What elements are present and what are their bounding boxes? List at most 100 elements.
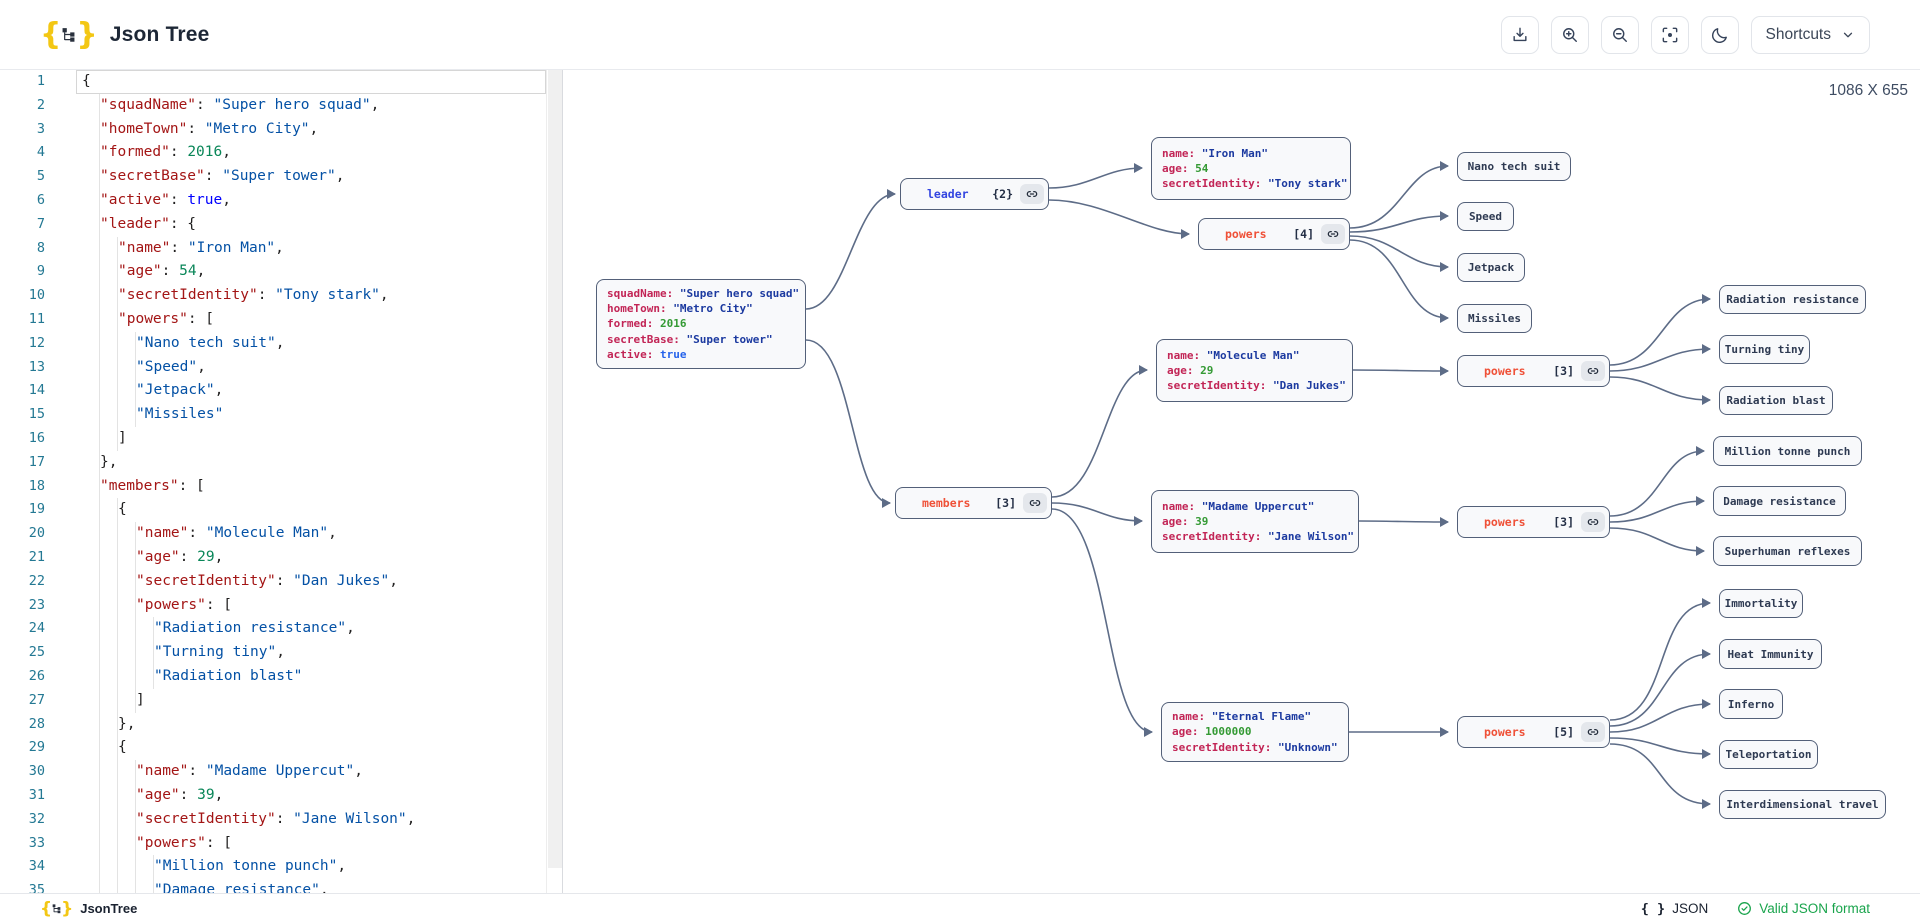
leaf-interdimensional-travel[interactable]: Interdimensional travel — [1719, 790, 1886, 819]
code-line[interactable]: 11"powers": [ — [0, 308, 546, 332]
line-number: 2 — [0, 94, 45, 118]
node-row: secretIdentity: "Tony stark" — [1162, 176, 1340, 191]
code-line[interactable]: 9"age": 54, — [0, 260, 546, 284]
code-line[interactable]: 19{ — [0, 498, 546, 522]
leaf-radiation-blast[interactable]: Radiation blast — [1719, 386, 1833, 415]
page-title: Json Tree — [110, 23, 210, 47]
leaf-speed[interactable]: Speed — [1457, 202, 1514, 231]
footer-logo-icon: { } — [40, 894, 73, 923]
collapse-link-icon[interactable] — [1020, 184, 1044, 204]
zoom-out-button[interactable] — [1601, 16, 1639, 54]
node-count: [3] — [1553, 364, 1574, 378]
code-line[interactable]: 21"age": 29, — [0, 546, 546, 570]
node-count: [3] — [1553, 515, 1574, 529]
collapse-link-icon[interactable] — [1581, 722, 1605, 742]
line-number: 17 — [0, 451, 45, 475]
code-line[interactable]: 3"homeTown": "Metro City", — [0, 118, 546, 142]
leaf-superhuman-reflexes[interactable]: Superhuman reflexes — [1713, 536, 1862, 566]
line-number: 11 — [0, 308, 45, 332]
node-eternal-flame[interactable]: name: "Eternal Flame"age: 1000000secretI… — [1161, 702, 1349, 762]
line-number: 14 — [0, 379, 45, 403]
code-line[interactable]: 30"name": "Madame Uppercut", — [0, 760, 546, 784]
download-button[interactable] — [1501, 16, 1539, 54]
code-line[interactable]: 22"secretIdentity": "Dan Jukes", — [0, 570, 546, 594]
code-line[interactable]: 20"name": "Molecule Man", — [0, 522, 546, 546]
code-line[interactable]: 25"Turning tiny", — [0, 641, 546, 665]
leaf-missiles[interactable]: Missiles — [1457, 304, 1532, 333]
shortcuts-dropdown[interactable]: Shortcuts — [1751, 16, 1870, 54]
app-logo-icon: { } — [40, 20, 98, 50]
code-line[interactable]: 32"secretIdentity": "Jane Wilson", — [0, 808, 546, 832]
line-number: 35 — [0, 879, 45, 893]
code-line[interactable]: 35"Damage resistance", — [0, 879, 546, 893]
code-line[interactable]: 23"powers": [ — [0, 594, 546, 618]
code-line[interactable]: 34"Million tonne punch", — [0, 855, 546, 879]
code-line[interactable]: 4"formed": 2016, — [0, 141, 546, 165]
node-members[interactable]: members [3] — [895, 487, 1052, 519]
code-line[interactable]: 24"Radiation resistance", — [0, 617, 546, 641]
center-view-button[interactable] — [1651, 16, 1689, 54]
code-line[interactable]: 13"Speed", — [0, 356, 546, 380]
leaf-inferno[interactable]: Inferno — [1719, 689, 1783, 719]
code-line[interactable]: 27] — [0, 689, 546, 713]
leaf-nano-tech-suit[interactable]: Nano tech suit — [1457, 152, 1571, 181]
node-iron-man[interactable]: name: "Iron Man"age: 54secretIdentity: "… — [1151, 137, 1351, 200]
node-key-label: powers — [1225, 227, 1267, 241]
node-root[interactable]: squadName: "Super hero squad"homeTown: "… — [596, 279, 806, 369]
code-line[interactable]: 12"Nano tech suit", — [0, 332, 546, 356]
line-number: 13 — [0, 356, 45, 380]
line-number: 27 — [0, 689, 45, 713]
collapse-link-icon[interactable] — [1581, 512, 1605, 532]
format-indicator: { } JSON — [1641, 901, 1708, 917]
graph-canvas[interactable]: 1086 X 655 — [563, 70, 1920, 893]
code-line[interactable]: 14"Jetpack", — [0, 379, 546, 403]
node-eternal-powers[interactable]: powers [5] — [1457, 716, 1610, 748]
line-number: 22 — [0, 570, 45, 594]
code-line[interactable]: 8"name": "Iron Man", — [0, 237, 546, 261]
code-line[interactable]: 5"secretBase": "Super tower", — [0, 165, 546, 189]
code-line[interactable]: 1{ — [0, 70, 546, 94]
line-number: 25 — [0, 641, 45, 665]
code-line[interactable]: 16] — [0, 427, 546, 451]
code-line[interactable]: 18"members": [ — [0, 475, 546, 499]
node-leader-powers[interactable]: powers [4] — [1198, 218, 1350, 250]
dark-mode-button[interactable] — [1701, 16, 1739, 54]
leaf-heat-immunity[interactable]: Heat Immunity — [1719, 639, 1822, 669]
code-line[interactable]: 31"age": 39, — [0, 784, 546, 808]
leaf-teleportation[interactable]: Teleportation — [1719, 740, 1818, 769]
node-molecule-man[interactable]: name: "Molecule Man"age: 29secretIdentit… — [1156, 339, 1353, 402]
code-line[interactable]: 10"secretIdentity": "Tony stark", — [0, 284, 546, 308]
leaf-immortality[interactable]: Immortality — [1719, 589, 1803, 618]
leaf-turning-tiny[interactable]: Turning tiny — [1719, 335, 1810, 364]
zoom-in-button[interactable] — [1551, 16, 1589, 54]
tree-icon — [60, 26, 77, 43]
leaf-damage-resistance[interactable]: Damage resistance — [1713, 486, 1846, 516]
code-line[interactable]: 2"squadName": "Super hero squad", — [0, 94, 546, 118]
code-line[interactable]: 6"active": true, — [0, 189, 546, 213]
node-molecule-powers[interactable]: powers [3] — [1457, 355, 1610, 387]
scrollbar-thumb[interactable] — [548, 70, 562, 868]
line-number: 28 — [0, 713, 45, 737]
leaf-radiation-resistance[interactable]: Radiation resistance — [1719, 285, 1866, 314]
line-number: 33 — [0, 832, 45, 856]
code-line[interactable]: 26"Radiation blast" — [0, 665, 546, 689]
code-line[interactable]: 29{ — [0, 736, 546, 760]
collapse-link-icon[interactable] — [1023, 493, 1047, 513]
leaf-jetpack[interactable]: Jetpack — [1457, 253, 1525, 282]
line-number: 8 — [0, 237, 45, 261]
node-madame-powers[interactable]: powers [3] — [1457, 506, 1610, 538]
node-madame-uppercut[interactable]: name: "Madame Uppercut"age: 39secretIden… — [1151, 490, 1359, 553]
code-line[interactable]: 28}, — [0, 713, 546, 737]
collapse-link-icon[interactable] — [1321, 224, 1345, 244]
code-line[interactable]: 7"leader": { — [0, 213, 546, 237]
node-count: [4] — [1293, 227, 1314, 241]
code-line[interactable]: 33"powers": [ — [0, 832, 546, 856]
node-leader[interactable]: leader {2} — [900, 178, 1049, 210]
valid-json-label: Valid JSON format — [1759, 901, 1870, 916]
leaf-million-tonne-punch[interactable]: Million tonne punch — [1713, 436, 1862, 466]
editor-scrollbar[interactable] — [546, 70, 562, 893]
collapse-link-icon[interactable] — [1581, 361, 1605, 381]
code-line[interactable]: 15"Missiles" — [0, 403, 546, 427]
json-editor[interactable]: 1{2"squadName": "Super hero squad",3"hom… — [0, 70, 563, 893]
code-line[interactable]: 17}, — [0, 451, 546, 475]
